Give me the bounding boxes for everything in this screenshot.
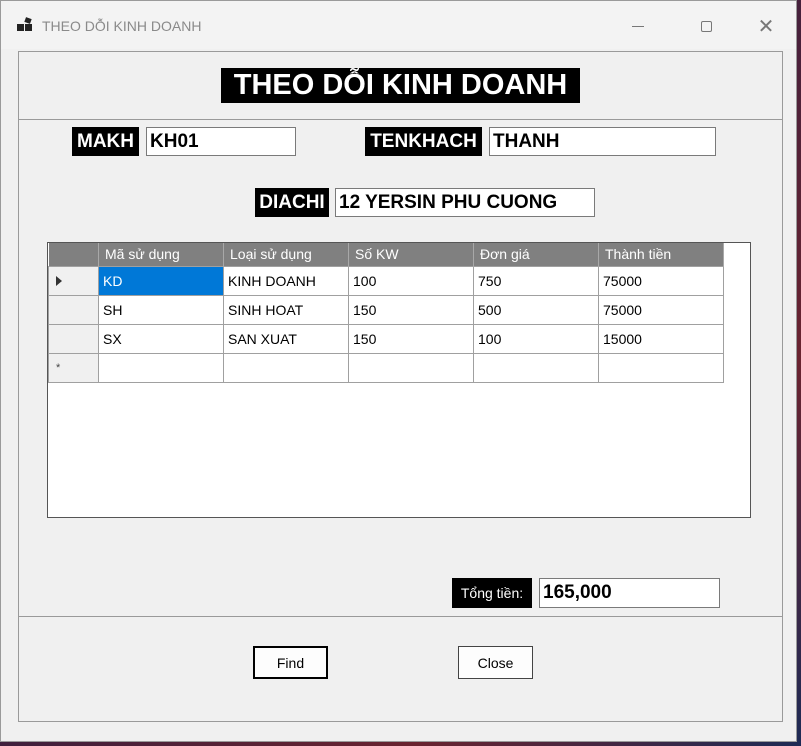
current-row-arrow-icon [56, 275, 62, 286]
new-row[interactable]: * [48, 352, 724, 383]
tenkhach-label: TENKHACH [365, 127, 482, 156]
makh-input[interactable]: KH01 [146, 127, 296, 156]
row-header-corner [48, 243, 99, 266]
table-row[interactable]: SX SAN XUAT 150 100 15000 [48, 323, 724, 354]
new-row-icon: * [56, 361, 61, 374]
maximize-icon [700, 20, 712, 32]
row-header[interactable] [48, 294, 99, 325]
column-header[interactable]: Loại sử dụng [223, 243, 349, 266]
table-cell[interactable]: 100 [348, 265, 474, 296]
table-cell[interactable]: 100 [473, 323, 599, 354]
table-cell[interactable] [348, 352, 474, 383]
grid-header-row: Mã sử dụng Loại sử dụng Số KW Đơn giá Th… [48, 243, 724, 266]
diachi-input[interactable]: 12 YERSIN PHU CUONG [335, 188, 595, 217]
usage-data-grid[interactable]: Mã sử dụng Loại sử dụng Số KW Đơn giá Th… [47, 242, 751, 518]
total-label: Tổng tiền: [452, 578, 532, 608]
row-header[interactable] [48, 323, 99, 354]
main-window: THEO DỖI KINH DOANH ✕ THEO DỖI KINH DOAN… [0, 0, 797, 742]
column-header[interactable]: Thành tiền [598, 243, 724, 266]
table-cell[interactable]: 150 [348, 323, 474, 354]
table-cell[interactable]: 75000 [598, 265, 724, 296]
table-cell[interactable]: SH [98, 294, 224, 325]
table-row[interactable]: KD KINH DOANH 100 750 75000 [48, 265, 724, 296]
window-title: THEO DỖI KINH DOANH [42, 18, 202, 34]
total-input[interactable]: 165,000 [539, 578, 720, 608]
table-cell[interactable]: KINH DOANH [223, 265, 349, 296]
maximize-button[interactable] [683, 13, 729, 39]
minimize-icon [632, 25, 644, 27]
table-cell[interactable] [598, 352, 724, 383]
table-cell[interactable] [98, 352, 224, 383]
find-button[interactable]: Find [253, 646, 328, 679]
table-cell[interactable]: SAN XUAT [223, 323, 349, 354]
close-icon: ✕ [757, 15, 775, 38]
table-cell[interactable]: KD [98, 265, 224, 296]
table-cell[interactable]: 750 [473, 265, 599, 296]
table-cell[interactable]: 500 [473, 294, 599, 325]
table-cell[interactable]: SINH HOAT [223, 294, 349, 325]
minimize-button[interactable] [615, 13, 661, 39]
close-button[interactable]: Close [458, 646, 533, 679]
app-icon [17, 17, 33, 32]
footer-panel [18, 616, 783, 722]
column-header[interactable]: Số KW [348, 243, 474, 266]
makh-label: MAKH [72, 127, 139, 156]
column-header[interactable]: Đơn giá [473, 243, 599, 266]
title-bar: THEO DỖI KINH DOANH ✕ [1, 1, 796, 49]
column-header[interactable]: Mã sử dụng [98, 243, 224, 266]
row-header[interactable] [48, 265, 99, 296]
tenkhach-input[interactable]: THANH [489, 127, 716, 156]
table-cell[interactable]: 15000 [598, 323, 724, 354]
page-title: THEO DỖI KINH DOANH [221, 68, 580, 103]
table-row[interactable]: SH SINH HOAT 150 500 75000 [48, 294, 724, 325]
table-cell[interactable]: 75000 [598, 294, 724, 325]
table-cell[interactable]: SX [98, 323, 224, 354]
table-cell[interactable] [473, 352, 599, 383]
table-cell[interactable]: 150 [348, 294, 474, 325]
close-window-button[interactable]: ✕ [743, 13, 789, 39]
table-cell[interactable] [223, 352, 349, 383]
row-header[interactable]: * [48, 352, 99, 383]
diachi-label: DIACHI [255, 188, 329, 217]
